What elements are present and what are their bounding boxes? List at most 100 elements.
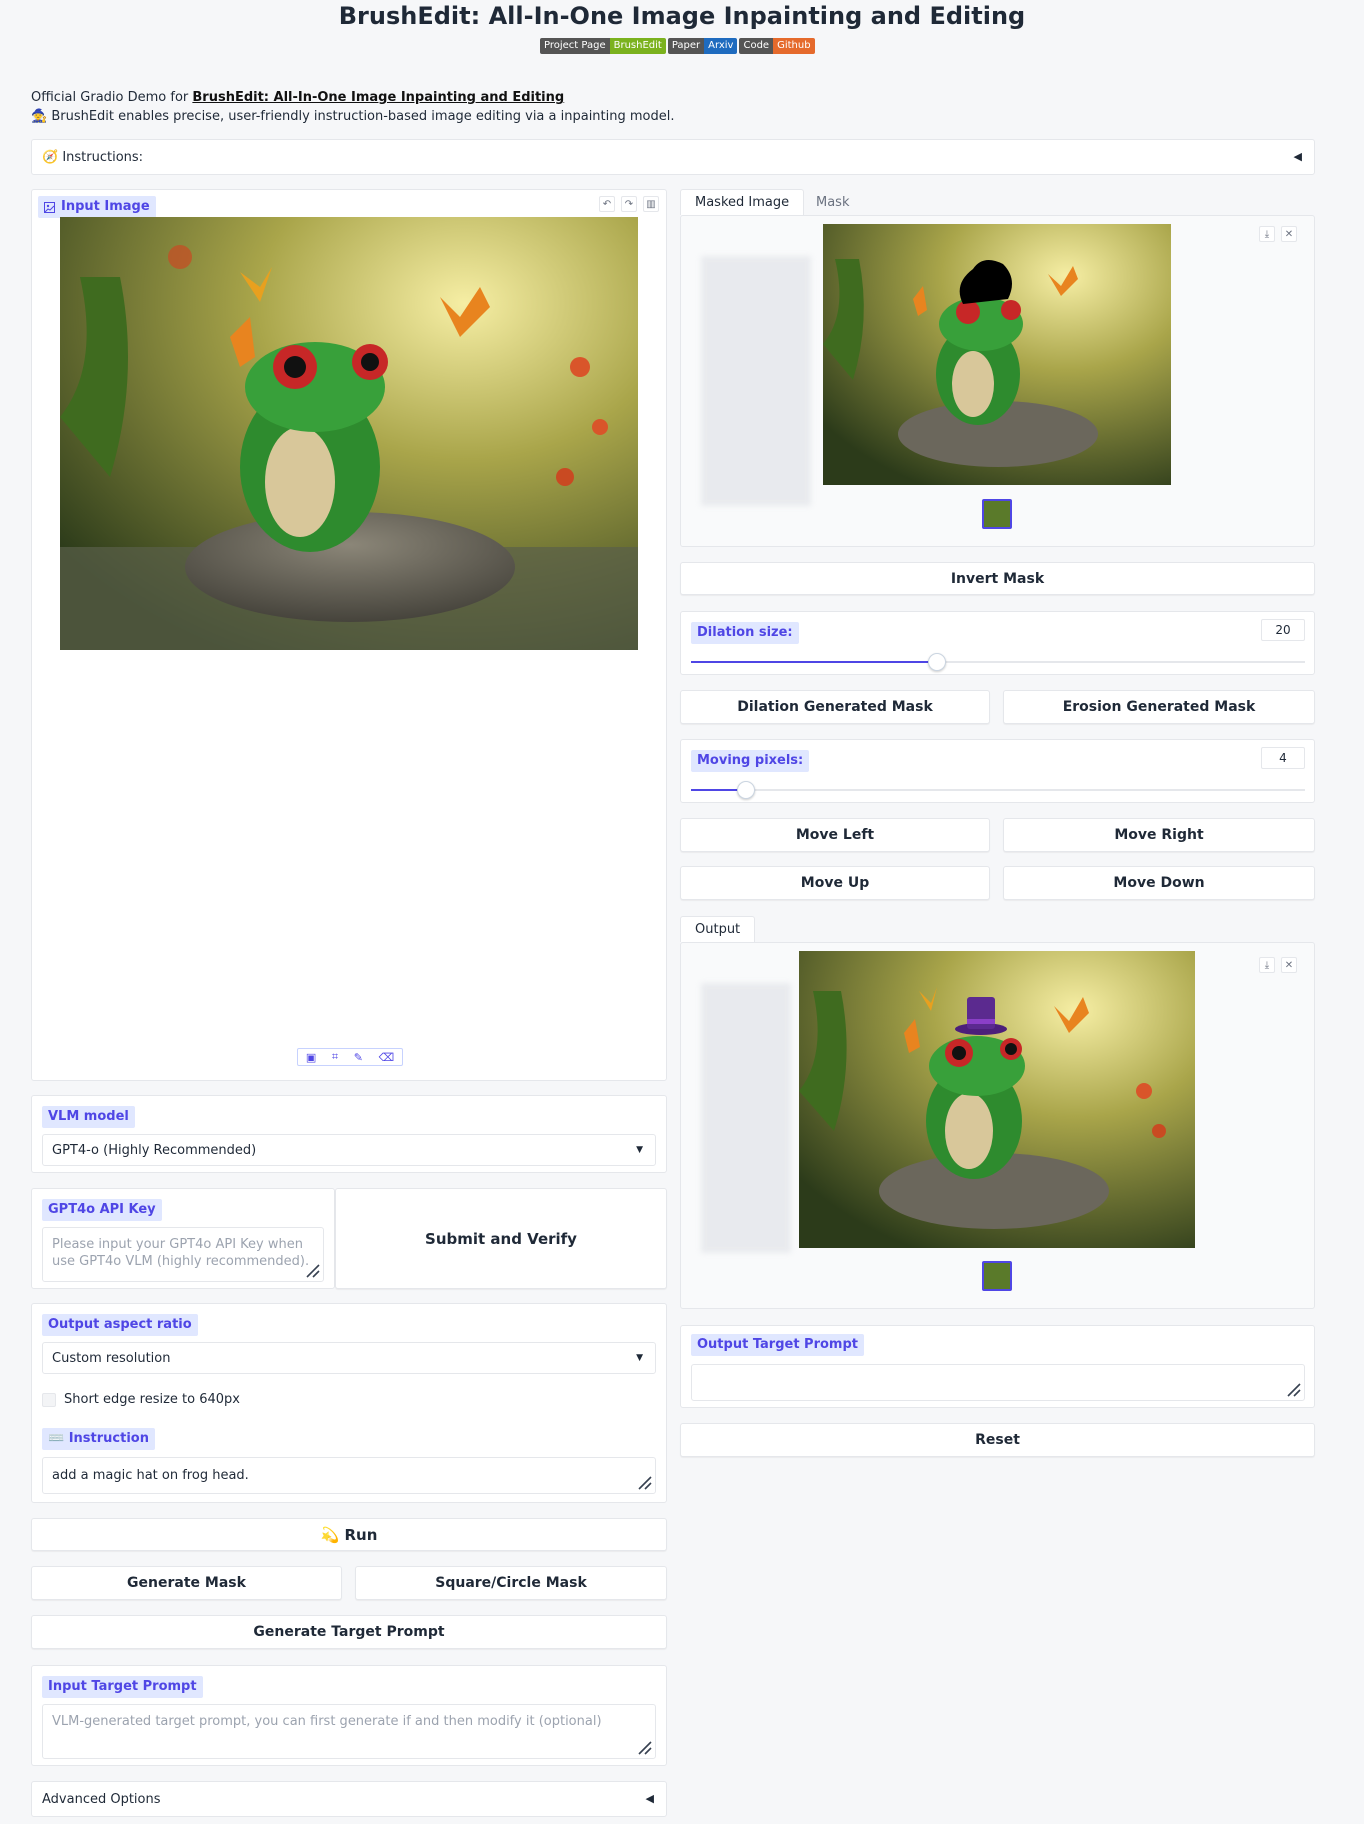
accordion-arrow-icon: ◀ bbox=[645, 1792, 654, 1805]
close-icon[interactable]: ✕ bbox=[1281, 957, 1297, 973]
chevron-down-icon: ▼ bbox=[636, 1353, 643, 1363]
dilation-size-value[interactable]: 20 bbox=[1261, 619, 1305, 641]
dilation-generated-mask-button[interactable]: Dilation Generated Mask bbox=[680, 690, 990, 724]
input-image-label-text: Input Image bbox=[61, 199, 150, 214]
generate-mask-button[interactable]: Generate Mask bbox=[31, 1566, 342, 1600]
input-target-prompt-label: Input Target Prompt bbox=[42, 1676, 203, 1698]
masked-image-thumbnail[interactable] bbox=[982, 499, 1012, 529]
move-left-button[interactable]: Move Left bbox=[680, 818, 990, 852]
resize-handle-icon[interactable] bbox=[1286, 1382, 1302, 1398]
intro-text: Official Gradio Demo for BrushEdit: All-… bbox=[31, 88, 675, 126]
aspect-ratio-value: Custom resolution bbox=[52, 1350, 171, 1366]
aspect-ratio-dropdown[interactable]: Custom resolution ▼ bbox=[42, 1342, 656, 1374]
clear-icon[interactable]: ▥ bbox=[643, 196, 659, 212]
moving-slider-track[interactable] bbox=[691, 789, 1305, 791]
redo-icon[interactable]: ↷ bbox=[621, 196, 637, 212]
resize-checkbox-row[interactable]: Short edge resize to 640px bbox=[42, 1392, 240, 1407]
dilation-slider-fill bbox=[691, 661, 937, 663]
moving-pixels-label: Moving pixels: bbox=[691, 750, 810, 772]
vlm-model-dropdown[interactable]: GPT4-o (Highly Recommended) ▼ bbox=[42, 1134, 656, 1166]
aspect-ratio-label: Output aspect ratio bbox=[42, 1314, 198, 1336]
input-target-prompt-input[interactable]: VLM-generated target prompt, you can fir… bbox=[42, 1704, 656, 1759]
api-key-block: GPT4o API Key Please input your GPT4o AP… bbox=[31, 1188, 335, 1289]
tab-output[interactable]: Output bbox=[680, 916, 756, 942]
resize-handle-icon[interactable] bbox=[305, 1263, 321, 1279]
badge-paper[interactable]: Paper Arxiv bbox=[667, 38, 738, 54]
brush-icon[interactable]: ✎ bbox=[354, 1051, 363, 1064]
input-image-label: Input Image bbox=[38, 196, 156, 218]
badge-left-label: Paper bbox=[667, 38, 705, 54]
vlm-model-label: VLM model bbox=[42, 1106, 135, 1128]
dilation-slider-block: Dilation size: 20 bbox=[680, 611, 1315, 675]
eraser-icon[interactable]: ⌫ bbox=[379, 1051, 395, 1064]
close-icon[interactable]: ✕ bbox=[1281, 226, 1297, 242]
download-icon[interactable]: ⤓ bbox=[1259, 957, 1275, 973]
instruction-label: ⌨️ Instruction bbox=[42, 1428, 155, 1450]
vlm-model-block: VLM model GPT4-o (Highly Recommended) ▼ bbox=[31, 1095, 667, 1173]
square-circle-mask-button[interactable]: Square/Circle Mask bbox=[355, 1566, 667, 1600]
intro-description: 🧙 BrushEdit enables precise, user-friend… bbox=[31, 109, 675, 124]
output-gallery: ⤓ ✕ bbox=[680, 942, 1315, 1309]
undo-icon[interactable]: ↶ bbox=[599, 196, 615, 212]
instructions-label: 🧭 Instructions: bbox=[42, 150, 144, 165]
masked-image-gallery: ⤓ ✕ bbox=[680, 215, 1315, 547]
move-right-button[interactable]: Move Right bbox=[1003, 818, 1315, 852]
reset-button[interactable]: Reset bbox=[680, 1423, 1315, 1457]
input-target-prompt-placeholder: VLM-generated target prompt, you can fir… bbox=[52, 1714, 602, 1729]
output-target-prompt-input[interactable] bbox=[691, 1364, 1305, 1401]
intro-link[interactable]: BrushEdit: All-In-One Image Inpainting a… bbox=[192, 90, 564, 105]
badge-code[interactable]: Code Github bbox=[739, 38, 815, 54]
invert-mask-button[interactable]: Invert Mask bbox=[680, 562, 1315, 595]
move-up-button[interactable]: Move Up bbox=[680, 866, 990, 900]
vlm-model-value: GPT4-o (Highly Recommended) bbox=[52, 1142, 257, 1158]
chevron-down-icon: ▼ bbox=[636, 1145, 643, 1155]
badge-left-label: Code bbox=[739, 38, 774, 54]
input-target-prompt-block: Input Target Prompt VLM-generated target… bbox=[31, 1665, 667, 1766]
output-image-thumbnail[interactable] bbox=[982, 1261, 1012, 1291]
instruction-input[interactable]: add a magic hat on frog head. bbox=[42, 1457, 656, 1494]
generate-target-prompt-button[interactable]: Generate Target Prompt bbox=[31, 1615, 667, 1649]
instructions-accordion[interactable]: 🧭 Instructions: ◀ bbox=[31, 139, 1315, 175]
advanced-options-accordion[interactable]: Advanced Options ◀ bbox=[31, 1781, 667, 1817]
resize-checkbox-label: Short edge resize to 640px bbox=[64, 1392, 240, 1407]
upload-image-icon[interactable]: ▣ bbox=[306, 1051, 316, 1064]
intro-prefix: Official Gradio Demo for bbox=[31, 90, 193, 105]
moving-slider-handle[interactable] bbox=[737, 781, 756, 799]
tab-masked-image[interactable]: Masked Image bbox=[680, 189, 805, 215]
input-image-editor[interactable]: Input Image ↶ ↷ ▥ ▣ ⌗ ✎ ⌫ bbox=[31, 189, 667, 1081]
api-key-label: GPT4o API Key bbox=[42, 1199, 162, 1221]
moving-pixels-slider-block: Moving pixels: 4 bbox=[680, 739, 1315, 803]
api-key-placeholder: Please input your GPT4o API Key when use… bbox=[52, 1237, 310, 1269]
output-target-prompt-label: Output Target Prompt bbox=[691, 1334, 864, 1356]
api-key-input[interactable]: Please input your GPT4o API Key when use… bbox=[42, 1227, 324, 1282]
image-icon bbox=[44, 201, 55, 213]
image-tool-bar: ▣ ⌗ ✎ ⌫ bbox=[297, 1048, 403, 1066]
dilation-slider-handle[interactable] bbox=[927, 653, 946, 671]
page-title: BrushEdit: All-In-One Image Inpainting a… bbox=[338, 2, 1026, 30]
input-image[interactable] bbox=[60, 217, 638, 650]
erosion-generated-mask-button[interactable]: Erosion Generated Mask bbox=[1003, 690, 1315, 724]
badge-right-label: Arxiv bbox=[704, 38, 738, 54]
badge-row: Project Page BrushEdit Paper Arxiv Code Git… bbox=[540, 38, 815, 54]
badge-right-label: Github bbox=[773, 38, 815, 54]
submit-verify-button[interactable]: Submit and Verify bbox=[335, 1188, 667, 1289]
gallery-blur-background bbox=[701, 256, 811, 506]
resize-handle-icon[interactable] bbox=[637, 1475, 653, 1491]
output-image[interactable] bbox=[799, 951, 1195, 1248]
accordion-arrow-icon: ◀ bbox=[1293, 150, 1302, 163]
crop-icon[interactable]: ⌗ bbox=[332, 1050, 338, 1064]
gallery-blur-background bbox=[701, 983, 791, 1253]
advanced-options-label: Advanced Options bbox=[42, 1792, 161, 1807]
badge-project-page[interactable]: Project Page BrushEdit bbox=[540, 38, 666, 54]
badge-right-label: BrushEdit bbox=[609, 38, 666, 54]
run-button[interactable]: 💫 Run bbox=[31, 1518, 667, 1551]
badge-left-label: Project Page bbox=[540, 38, 610, 54]
instruction-value: add a magic hat on frog head. bbox=[52, 1468, 249, 1483]
moving-pixels-value[interactable]: 4 bbox=[1261, 747, 1305, 769]
resize-handle-icon[interactable] bbox=[637, 1740, 653, 1756]
move-down-button[interactable]: Move Down bbox=[1003, 866, 1315, 900]
resize-checkbox[interactable] bbox=[42, 1392, 56, 1407]
download-icon[interactable]: ⤓ bbox=[1259, 226, 1275, 242]
tab-mask[interactable]: Mask bbox=[802, 189, 863, 215]
masked-image[interactable] bbox=[823, 224, 1171, 485]
